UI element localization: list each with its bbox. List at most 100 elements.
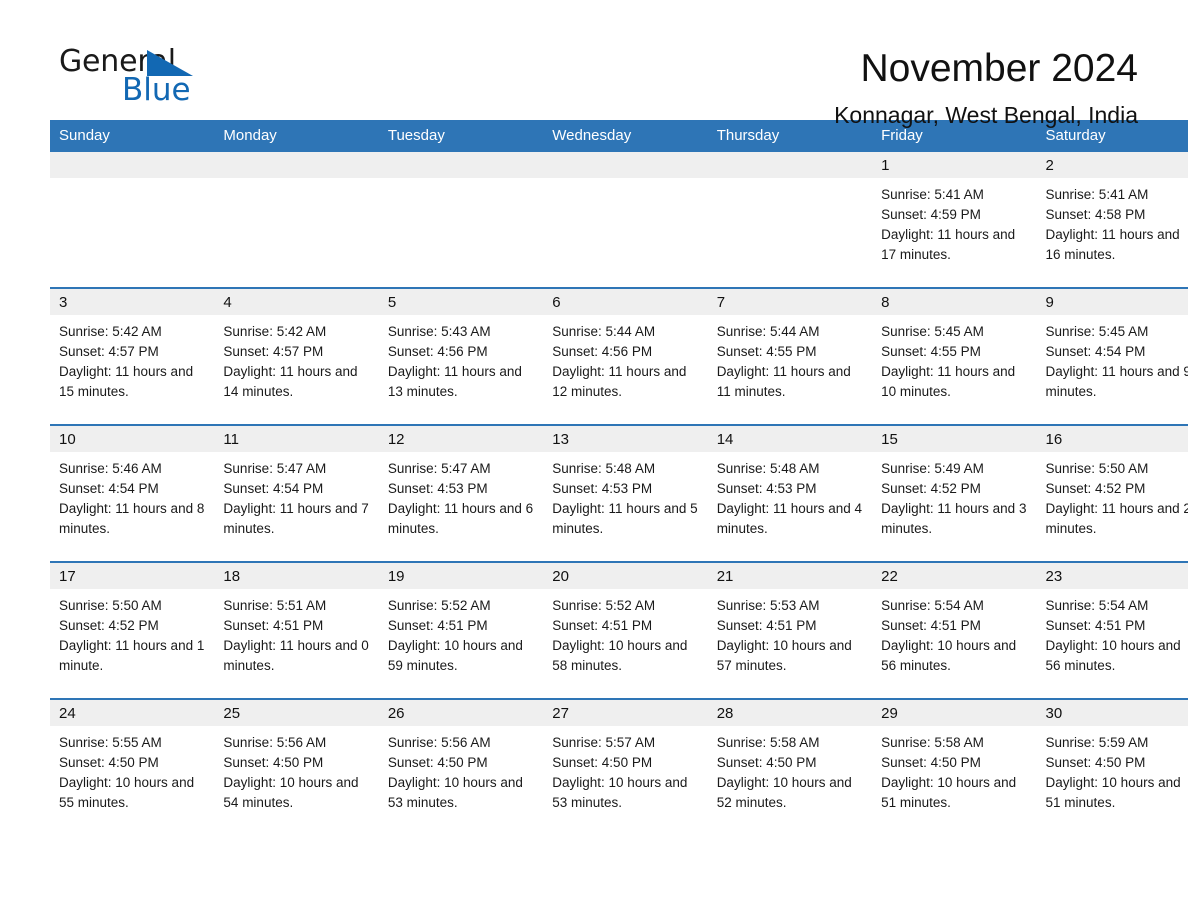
sunrise-text: Sunrise: 5:48 AM <box>552 461 656 476</box>
day-details: Sunrise: 5:43 AM Sunset: 4:56 PM Daylight:… <box>379 315 543 402</box>
sunrise-text: Sunrise: 5:55 AM <box>59 735 162 750</box>
calendar-day-cell[interactable]: 13 Sunrise: 5:48 AM Sunset: 4:53 PM Dayligh… <box>543 424 708 562</box>
sunset-text: Sunset: 4:57 PM <box>223 344 324 359</box>
sunset-text: Sunset: 4:51 PM <box>552 618 653 633</box>
day-number: 3 <box>50 289 215 315</box>
calendar-day-cell[interactable]: 14 Sunrise: 5:48 AM Sunset: 4:53 PM Dayligh… <box>707 424 873 562</box>
calendar-page: General Blue November 2024 Konnagar, Wes… <box>0 0 1188 918</box>
day-cell-inner <box>543 152 708 285</box>
calendar-day-cell[interactable]: 23 Sunrise: 5:54 AM Sunset: 4:51 PM Dayligh… <box>1036 561 1188 699</box>
day-cell-inner: 28 Sunrise: 5:58 AM Sunset: 4:50 PM Dayligh… <box>707 700 873 833</box>
calendar-day-cell[interactable]: 10 Sunrise: 5:46 AM Sunset: 4:54 PM Dayligh… <box>50 424 215 562</box>
calendar-day-cell[interactable]: 29 Sunrise: 5:58 AM Sunset: 4:50 PM Dayligh… <box>872 698 1037 835</box>
daylight-text: Daylight: 11 hours and 11 minutes. <box>716 364 851 399</box>
calendar-day-cell[interactable]: 19 Sunrise: 5:52 AM Sunset: 4:51 PM Dayligh… <box>378 561 544 699</box>
daylight-text: Daylight: 11 hours and 5 minutes. <box>552 501 698 536</box>
daylight-text: Daylight: 11 hours and 6 minutes. <box>387 501 534 536</box>
sunset-text: Sunset: 4:54 PM <box>59 481 159 496</box>
calendar-day-cell[interactable]: 25 Sunrise: 5:56 AM Sunset: 4:50 PM Dayligh… <box>214 698 379 835</box>
day-number: 15 <box>872 426 1037 452</box>
daylight-text: Daylight: 10 hours and 51 minutes. <box>881 775 1017 810</box>
daylight-text: Daylight: 11 hours and 4 minutes. <box>716 501 863 536</box>
day-number: 4 <box>214 289 379 315</box>
calendar-day-cell[interactable]: 30 Sunrise: 5:59 AM Sunset: 4:50 PM Dayligh… <box>1036 698 1188 835</box>
day-cell-inner: 26 Sunrise: 5:56 AM Sunset: 4:50 PM Dayligh… <box>378 700 544 833</box>
calendar-day-cell[interactable]: 18 Sunrise: 5:51 AM Sunset: 4:51 PM Dayligh… <box>214 561 379 699</box>
day-details: Sunrise: 5:55 AM Sunset: 4:50 PM Daylight:… <box>50 726 214 813</box>
day-details: Sunrise: 5:49 AM Sunset: 4:52 PM Daylight:… <box>872 452 1036 539</box>
calendar-day-cell[interactable]: 12 Sunrise: 5:47 AM Sunset: 4:53 PM Dayligh… <box>378 424 544 562</box>
calendar-day-cell[interactable]: 20 Sunrise: 5:52 AM Sunset: 4:51 PM Dayligh… <box>543 561 708 699</box>
day-details <box>379 178 543 185</box>
logo-text-blue: Blue <box>122 72 191 108</box>
daylight-text: Daylight: 10 hours and 53 minutes. <box>552 775 688 810</box>
day-number <box>214 152 379 178</box>
daylight-text: Daylight: 11 hours and 13 minutes. <box>387 364 522 399</box>
daylight-text: Daylight: 11 hours and 1 minute. <box>59 638 205 673</box>
day-number: 24 <box>50 700 215 726</box>
daylight-text: Daylight: 10 hours and 56 minutes. <box>1045 638 1181 673</box>
calendar-day-cell[interactable]: 8 Sunrise: 5:45 AM Sunset: 4:55 PM Daylight… <box>872 287 1037 425</box>
calendar-day-cell[interactable]: 28 Sunrise: 5:58 AM Sunset: 4:50 PM Dayligh… <box>707 698 873 835</box>
day-number: 7 <box>707 289 873 315</box>
sunrise-text: Sunrise: 5:56 AM <box>223 735 327 750</box>
daylight-text: Daylight: 11 hours and 7 minutes. <box>223 501 369 536</box>
day-details: Sunrise: 5:57 AM Sunset: 4:50 PM Daylight:… <box>543 726 707 813</box>
day-number: 29 <box>872 700 1037 726</box>
sunrise-text: Sunrise: 5:57 AM <box>552 735 656 750</box>
day-details: Sunrise: 5:59 AM Sunset: 4:50 PM Daylight:… <box>1037 726 1188 813</box>
day-number: 28 <box>707 700 873 726</box>
sunrise-text: Sunrise: 5:50 AM <box>59 598 162 613</box>
calendar-day-cell[interactable]: 5 Sunrise: 5:43 AM Sunset: 4:56 PM Daylight… <box>378 287 544 425</box>
day-details <box>543 178 707 185</box>
calendar-day-cell[interactable]: 27 Sunrise: 5:57 AM Sunset: 4:50 PM Dayligh… <box>543 698 708 835</box>
day-cell-inner: 3 Sunrise: 5:42 AM Sunset: 4:57 PM Daylight… <box>50 289 215 422</box>
day-number <box>543 152 708 178</box>
calendar-day-cell[interactable]: 1 Sunrise: 5:41 AM Sunset: 4:59 PM Daylight… <box>872 152 1037 288</box>
weekday-header-sunday: Sunday <box>50 120 215 152</box>
daylight-text: Daylight: 11 hours and 12 minutes. <box>552 364 687 399</box>
calendar-day-cell[interactable]: 26 Sunrise: 5:56 AM Sunset: 4:50 PM Dayligh… <box>378 698 544 835</box>
calendar-day-cell-empty <box>707 152 873 288</box>
day-cell-inner: 15 Sunrise: 5:49 AM Sunset: 4:52 PM Dayligh… <box>872 426 1037 559</box>
day-number <box>378 152 544 178</box>
sunset-text: Sunset: 4:50 PM <box>223 755 324 770</box>
calendar-day-cell[interactable]: 4 Sunrise: 5:42 AM Sunset: 4:57 PM Daylight… <box>214 287 379 425</box>
day-cell-inner: 29 Sunrise: 5:58 AM Sunset: 4:50 PM Dayligh… <box>872 700 1037 833</box>
day-number: 30 <box>1036 700 1188 726</box>
calendar-day-cell[interactable]: 24 Sunrise: 5:55 AM Sunset: 4:50 PM Dayligh… <box>50 698 215 835</box>
calendar-day-cell[interactable]: 16 Sunrise: 5:50 AM Sunset: 4:52 PM Dayligh… <box>1036 424 1188 562</box>
calendar-day-cell[interactable]: 7 Sunrise: 5:44 AM Sunset: 4:55 PM Daylight… <box>707 287 873 425</box>
calendar-day-cell[interactable]: 21 Sunrise: 5:53 AM Sunset: 4:51 PM Dayligh… <box>707 561 873 699</box>
sunset-text: Sunset: 4:53 PM <box>387 481 488 496</box>
generalblue-logo[interactable]: General Blue <box>50 44 240 110</box>
calendar-day-cell-empty <box>378 152 544 288</box>
day-details: Sunrise: 5:44 AM Sunset: 4:55 PM Daylight:… <box>708 315 872 402</box>
day-details <box>214 178 378 185</box>
calendar-day-cell-empty <box>543 152 708 288</box>
day-cell-inner: 5 Sunrise: 5:43 AM Sunset: 4:56 PM Daylight… <box>378 289 544 422</box>
day-cell-inner: 19 Sunrise: 5:52 AM Sunset: 4:51 PM Dayligh… <box>378 563 544 696</box>
page-title: November 2024 <box>860 47 1139 90</box>
calendar-day-cell[interactable]: 11 Sunrise: 5:47 AM Sunset: 4:54 PM Dayligh… <box>214 424 379 562</box>
calendar-day-cell[interactable]: 6 Sunrise: 5:44 AM Sunset: 4:56 PM Daylight… <box>543 287 708 425</box>
day-details: Sunrise: 5:46 AM Sunset: 4:54 PM Daylight:… <box>50 452 214 539</box>
day-number: 10 <box>50 426 215 452</box>
sunrise-text: Sunrise: 5:54 AM <box>881 598 984 613</box>
calendar-day-cell[interactable]: 22 Sunrise: 5:54 AM Sunset: 4:51 PM Dayligh… <box>872 561 1037 699</box>
calendar-day-cell[interactable]: 17 Sunrise: 5:50 AM Sunset: 4:52 PM Dayligh… <box>50 561 215 699</box>
calendar-day-cell[interactable]: 15 Sunrise: 5:49 AM Sunset: 4:52 PM Dayligh… <box>872 424 1037 562</box>
sunset-text: Sunset: 4:51 PM <box>881 618 981 633</box>
sunset-text: Sunset: 4:51 PM <box>1045 618 1146 633</box>
calendar-day-cell[interactable]: 3 Sunrise: 5:42 AM Sunset: 4:57 PM Daylight… <box>50 287 215 425</box>
day-cell-inner: 21 Sunrise: 5:53 AM Sunset: 4:51 PM Dayligh… <box>707 563 873 696</box>
sunset-text: Sunset: 4:50 PM <box>552 755 653 770</box>
calendar-week-row: 24 Sunrise: 5:55 AM Sunset: 4:50 PM Dayligh… <box>50 698 1188 835</box>
sunrise-text: Sunrise: 5:42 AM <box>59 324 162 339</box>
day-cell-inner: 25 Sunrise: 5:56 AM Sunset: 4:50 PM Dayligh… <box>214 700 379 833</box>
calendar-day-cell[interactable]: 9 Sunrise: 5:45 AM Sunset: 4:54 PM Daylight… <box>1036 287 1188 425</box>
sunrise-text: Sunrise: 5:41 AM <box>881 187 984 202</box>
calendar-day-cell[interactable]: 2 Sunrise: 5:41 AM Sunset: 4:58 PM Daylight… <box>1036 152 1188 288</box>
sunrise-text: Sunrise: 5:43 AM <box>387 324 491 339</box>
day-number: 8 <box>872 289 1037 315</box>
